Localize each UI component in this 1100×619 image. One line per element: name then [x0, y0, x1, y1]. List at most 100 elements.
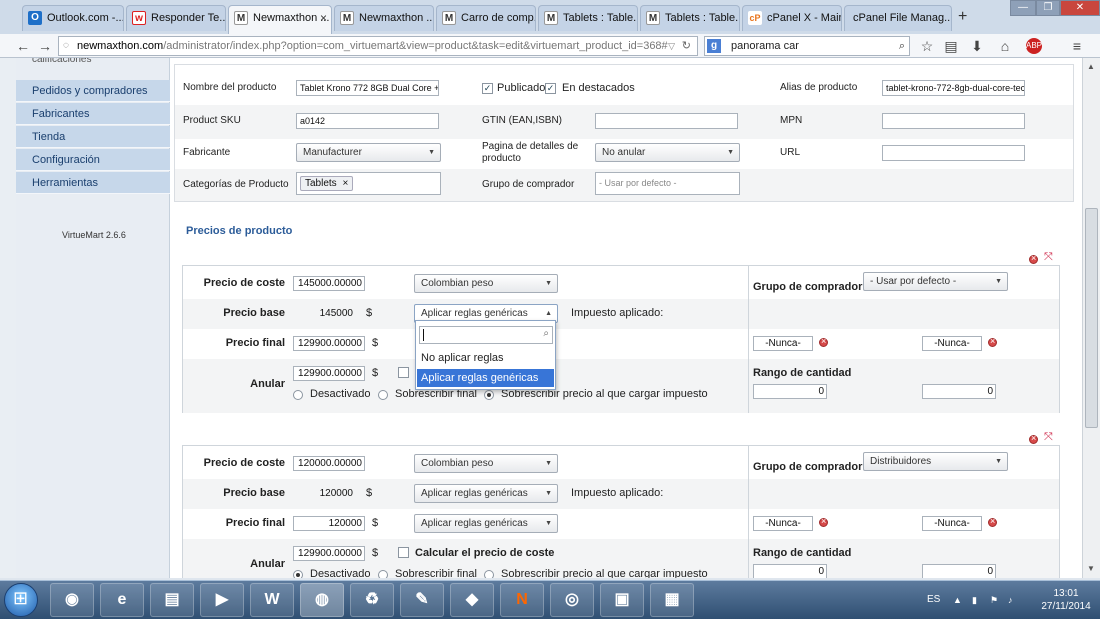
- grupo-comprador-select[interactable]: Distribuidores ▼: [863, 452, 1008, 471]
- precio-base-input[interactable]: 145000: [293, 306, 356, 321]
- fecha-hasta-input[interactable]: -Nunca-: [922, 336, 982, 351]
- gtin-input[interactable]: [595, 113, 738, 129]
- remove-price-icon[interactable]: [1029, 253, 1038, 264]
- tray-volume-icon[interactable]: ♪: [1008, 595, 1013, 605]
- calcular-checkbox[interactable]: [398, 547, 409, 558]
- fecha-desde-input[interactable]: -Nunca-: [753, 336, 813, 351]
- expand-icon[interactable]: ⤧: [1044, 251, 1053, 264]
- remove-price-icon[interactable]: [1029, 433, 1038, 444]
- dropdown-search-input[interactable]: ⌕: [419, 326, 553, 344]
- close-icon[interactable]: ×: [320, 6, 327, 30]
- fabricante-select[interactable]: Manufacturer ▼: [296, 143, 441, 162]
- tray-arrow-icon[interactable]: ▲: [953, 595, 962, 605]
- sobrescribir-precio-radio[interactable]: [484, 390, 494, 400]
- expand-icon[interactable]: ⤧: [1044, 431, 1053, 444]
- destacados-checkbox[interactable]: ✓: [545, 83, 556, 94]
- fecha-desde-input[interactable]: -Nunca-: [753, 516, 813, 531]
- sobrescribir-final-radio[interactable]: [378, 570, 388, 578]
- adblock-icon[interactable]: ABP: [1026, 38, 1042, 54]
- home-icon[interactable]: ⌂: [996, 37, 1014, 55]
- sku-input[interactable]: a0142: [296, 113, 439, 129]
- search-icon[interactable]: ⌕: [899, 37, 905, 55]
- scroll-down-arrow-icon[interactable]: ▼: [1087, 564, 1095, 573]
- reglas-base-select[interactable]: Aplicar reglas genéricas ▼: [414, 484, 558, 503]
- clock[interactable]: 13:01 27/11/2014: [1036, 587, 1096, 613]
- app-n-icon[interactable]: N: [500, 583, 544, 617]
- paint-icon[interactable]: ✎: [400, 583, 444, 617]
- sidebar-item-partial[interactable]: calificaciones: [32, 58, 91, 65]
- chrome-icon[interactable]: ◉: [50, 583, 94, 617]
- rango-min-input[interactable]: 0: [753, 384, 827, 399]
- recycle-bin-icon[interactable]: ♻: [350, 583, 394, 617]
- desactivado-radio[interactable]: [293, 570, 303, 578]
- rango-min-input[interactable]: 0: [753, 564, 827, 578]
- bookmarks-list-icon[interactable]: ▤: [942, 37, 960, 55]
- dropdown-option[interactable]: No aplicar reglas: [417, 349, 554, 367]
- tab-cpanel-file[interactable]: cPanel File Manag...: [844, 5, 952, 31]
- clear-date-icon[interactable]: [819, 516, 828, 527]
- internet-explorer-icon[interactable]: e: [100, 583, 144, 617]
- currency-select[interactable]: Colombian peso ▼: [414, 274, 558, 293]
- anular-input[interactable]: 129900.00000: [293, 546, 365, 561]
- tab-newmaxthon[interactable]: M Newmaxthon ...: [334, 5, 434, 31]
- search-input[interactable]: g panorama car ⌕: [704, 36, 910, 56]
- tab-cpanel-main[interactable]: cP cPanel X - Main: [742, 5, 842, 31]
- file-explorer-icon[interactable]: ▤: [150, 583, 194, 617]
- precio-final-input[interactable]: 129900.00000: [293, 336, 365, 351]
- calcular-checkbox[interactable]: [398, 367, 409, 378]
- categorias-input[interactable]: Tablets ×: [296, 172, 441, 195]
- sidebar-item-pedidos[interactable]: Pedidos y compradores: [16, 80, 170, 102]
- forward-arrow-icon[interactable]: →: [36, 37, 54, 55]
- minimize-button[interactable]: —: [1010, 0, 1036, 16]
- grupo-comprador-select[interactable]: - Usar por defecto - ▼: [863, 272, 1008, 291]
- bookmark-star-icon[interactable]: ☆: [918, 37, 936, 55]
- app-icon[interactable]: ▣: [600, 583, 644, 617]
- fecha-hasta-input[interactable]: -Nunca-: [922, 516, 982, 531]
- alias-input[interactable]: tablet-krono-772-8gb-dual-core-teclac: [882, 80, 1025, 96]
- anular-input[interactable]: 129900.00000: [293, 366, 365, 381]
- scroll-up-arrow-icon[interactable]: ▲: [1087, 62, 1095, 71]
- clear-date-icon[interactable]: [819, 336, 828, 347]
- new-tab-button[interactable]: +: [958, 8, 967, 26]
- sidebar-item-configuracion[interactable]: Configuración: [16, 149, 170, 171]
- vertical-scrollbar[interactable]: ▲ ▼: [1082, 58, 1100, 578]
- tab-tablets-2[interactable]: M Tablets : Table...: [640, 5, 740, 31]
- sobrescribir-precio-radio[interactable]: [484, 570, 494, 578]
- rango-max-input[interactable]: 0: [922, 564, 996, 578]
- close-window-button[interactable]: ✕: [1060, 0, 1100, 16]
- clear-date-icon[interactable]: [988, 336, 997, 347]
- language-indicator[interactable]: ES: [927, 594, 940, 605]
- tab-newmaxthon-active[interactable]: M Newmaxthon ... ×: [228, 5, 332, 34]
- tab-outlook[interactable]: O Outlook.com -...: [22, 5, 124, 31]
- currency-select[interactable]: Colombian peso ▼: [414, 454, 558, 473]
- precio-coste-input[interactable]: 145000.00000: [293, 276, 365, 291]
- url-input[interactable]: [882, 145, 1025, 161]
- maximize-button[interactable]: ❐: [1036, 0, 1060, 16]
- clear-date-icon[interactable]: [988, 516, 997, 527]
- word-icon[interactable]: W: [250, 583, 294, 617]
- app-icon[interactable]: ◎: [550, 583, 594, 617]
- desactivado-radio[interactable]: [293, 390, 303, 400]
- pagina-select[interactable]: No anular ▼: [595, 143, 740, 162]
- grupo-input[interactable]: - Usar por defecto -: [595, 172, 740, 195]
- sidebar-item-tienda[interactable]: Tienda: [16, 126, 170, 148]
- nombre-input[interactable]: Tablet Krono 772 8GB Dual Core + T: [296, 80, 439, 96]
- precio-final-input[interactable]: 120000: [293, 516, 365, 531]
- reload-icon[interactable]: ↻: [682, 37, 691, 55]
- publicado-checkbox[interactable]: ✓: [482, 83, 493, 94]
- dropdown-arrow-icon[interactable]: ▽: [668, 37, 675, 55]
- scrollbar-thumb[interactable]: [1085, 208, 1098, 428]
- precio-base-input[interactable]: 120000: [293, 486, 356, 501]
- app-icon[interactable]: ◆: [450, 583, 494, 617]
- back-arrow-icon[interactable]: ←: [14, 37, 32, 55]
- media-player-icon[interactable]: ▶: [200, 583, 244, 617]
- studio-icon[interactable]: ▦: [650, 583, 694, 617]
- mpn-input[interactable]: [882, 113, 1025, 129]
- firefox-icon[interactable]: ◍: [300, 583, 344, 617]
- rango-max-input[interactable]: 0: [922, 384, 996, 399]
- sidebar-item-herramientas[interactable]: Herramientas: [16, 172, 170, 194]
- tray-flag-icon[interactable]: ⚑: [990, 595, 998, 606]
- close-icon[interactable]: ×: [342, 178, 348, 189]
- sidebar-item-fabricantes[interactable]: Fabricantes: [16, 103, 170, 125]
- download-icon[interactable]: ⬇: [968, 37, 986, 55]
